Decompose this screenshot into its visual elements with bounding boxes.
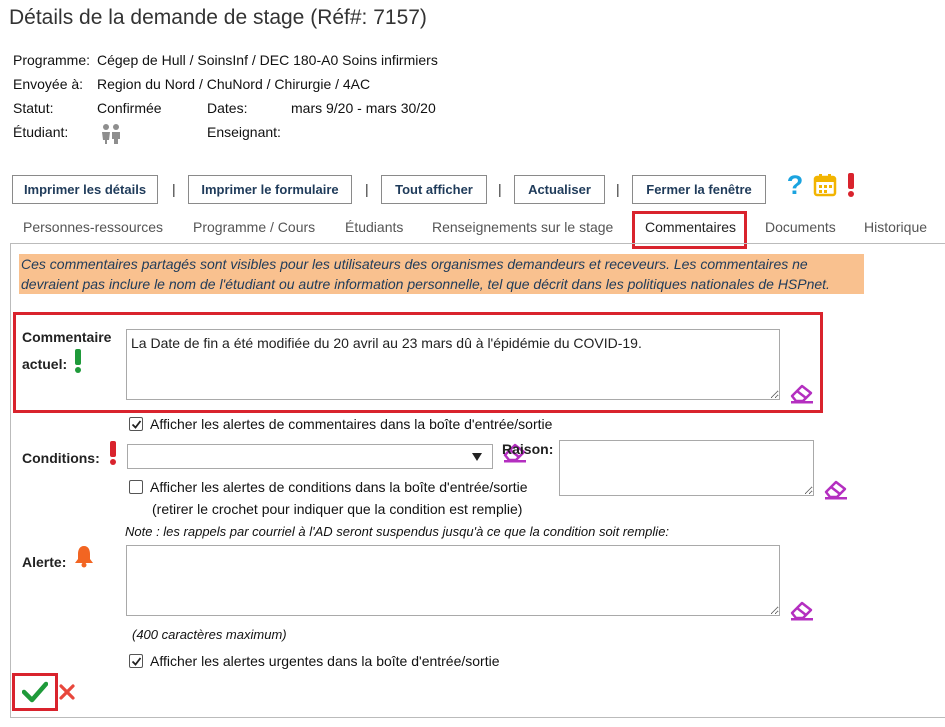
chevron-down-icon	[472, 453, 482, 461]
dates-value: mars 9/20 - mars 30/20	[291, 100, 436, 116]
conditions-alert-checkbox[interactable]	[129, 480, 143, 494]
urgent-alert-label: Afficher les alertes urgentes dans la bo…	[150, 653, 500, 669]
help-icon[interactable]: ?	[785, 170, 805, 202]
required-icon	[73, 348, 83, 377]
comment-textarea[interactable]: La Date de fin a été modifiée du 20 avri…	[126, 329, 780, 400]
cancel-icon[interactable]	[58, 683, 76, 704]
envoyee-label: Envoyée à:	[13, 76, 84, 92]
enseignant-label: Enseignant:	[207, 124, 281, 140]
notice-line-2: devraient pas inclure le nom de l'étudia…	[21, 276, 830, 292]
comment-label-line1: Commentaire	[22, 329, 112, 345]
tab-programme-cours[interactable]: Programme / Cours	[193, 219, 315, 235]
exclamation-icon	[108, 440, 118, 469]
alerte-textarea[interactable]	[126, 545, 780, 616]
comment-label-line2: actuel:	[22, 356, 68, 372]
show-all-button[interactable]: Tout afficher	[381, 175, 487, 204]
print-form-button[interactable]: Imprimer le formulaire	[188, 175, 352, 204]
tab-etudiants[interactable]: Étudiants	[345, 219, 403, 235]
toolbar-separator: |	[616, 181, 620, 197]
raison-label: Raison:	[502, 441, 554, 457]
tab-personnes-ressources[interactable]: Personnes-ressources	[23, 219, 163, 235]
dates-label: Dates:	[207, 100, 248, 116]
tab-commentaires[interactable]: Commentaires	[645, 219, 736, 235]
eraser-icon[interactable]	[789, 599, 815, 624]
conditions-hint: (retirer le crochet pour indiquer que la…	[152, 501, 523, 517]
eraser-icon[interactable]	[823, 478, 849, 503]
comment-alert-label: Afficher les alertes de commentaires dan…	[150, 416, 553, 432]
close-window-button[interactable]: Fermer la fenêtre	[632, 175, 766, 204]
exclamation-icon[interactable]	[845, 172, 857, 201]
privacy-notice: Ces commentaires partagés sont visibles …	[19, 254, 864, 294]
toolbar-separator: |	[172, 181, 176, 197]
notice-line-1: Ces commentaires partagés sont visibles …	[21, 256, 808, 272]
refresh-button[interactable]: Actualiser	[514, 175, 605, 204]
programme-label: Programme:	[13, 52, 91, 68]
tab-renseignements[interactable]: Renseignements sur le stage	[432, 219, 613, 235]
tab-historique[interactable]: Historique	[864, 219, 927, 235]
comment-alert-checkbox[interactable]	[129, 417, 143, 431]
students-icon[interactable]	[100, 123, 122, 148]
eraser-icon[interactable]	[789, 382, 815, 407]
toolbar-separator: |	[498, 181, 502, 197]
urgent-alert-checkbox[interactable]	[129, 654, 143, 668]
conditions-alert-label: Afficher les alertes de conditions dans …	[150, 479, 528, 495]
conditions-select[interactable]	[127, 444, 493, 469]
etudiant-label: Étudiant:	[13, 124, 69, 140]
svg-text:?: ?	[787, 171, 804, 199]
toolbar-separator: |	[365, 181, 369, 197]
conditions-note: Note : les rappels par courriel à l'AD s…	[125, 524, 670, 539]
conditions-label: Conditions:	[22, 450, 100, 466]
statut-value: Confirmée	[97, 100, 162, 116]
tab-documents[interactable]: Documents	[765, 219, 836, 235]
envoyee-value: Region du Nord / ChuNord / Chirurgie / 4…	[97, 76, 371, 92]
bell-icon	[72, 544, 96, 571]
page-title: Détails de la demande de stage (Réf#: 71…	[9, 6, 427, 29]
raison-textarea[interactable]	[559, 440, 814, 496]
checkmark-icon[interactable]	[21, 681, 49, 706]
print-details-button[interactable]: Imprimer les détails	[12, 175, 158, 204]
alerte-label: Alerte:	[22, 554, 67, 570]
statut-label: Statut:	[13, 100, 54, 116]
max-chars-note: (400 caractères maximum)	[132, 627, 287, 642]
programme-value: Cégep de Hull / SoinsInf / DEC 180-A0 So…	[97, 52, 438, 68]
calendar-icon[interactable]	[813, 173, 837, 200]
